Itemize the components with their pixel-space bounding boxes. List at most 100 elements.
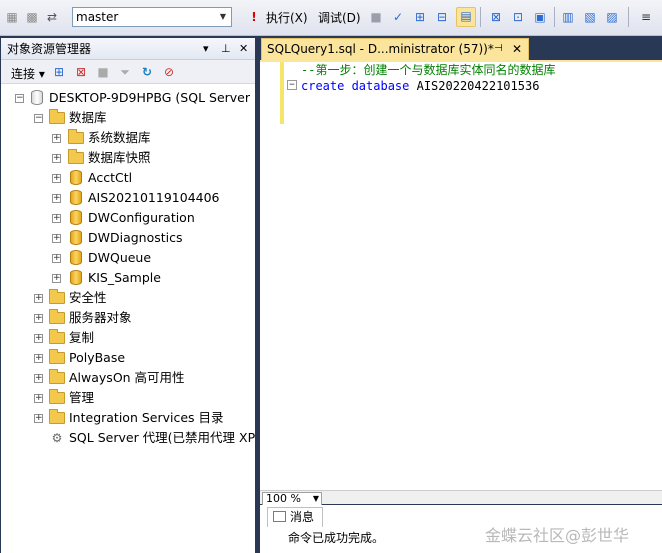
results-to-file-icon[interactable]: ▧ bbox=[582, 9, 598, 25]
expand-icon[interactable]: + bbox=[52, 254, 61, 263]
tree-node-label: SQL Server 代理(已禁用代理 XP) bbox=[69, 430, 261, 445]
tree-node-label: 管理 bbox=[69, 390, 95, 405]
tab-messages[interactable]: 消息 bbox=[267, 507, 323, 527]
expand-icon[interactable]: + bbox=[34, 374, 43, 383]
close-icon[interactable]: ✕ bbox=[512, 39, 522, 59]
editor-area: SQLQuery1.sql - D...ministrator (57))* ⊣… bbox=[260, 38, 662, 553]
results-to-text-icon[interactable]: ▥ bbox=[560, 9, 576, 25]
expand-icon[interactable]: + bbox=[52, 154, 61, 163]
chevron-down-icon: ▼ bbox=[312, 494, 319, 503]
tab-messages-label: 消息 bbox=[290, 510, 315, 524]
close-icon[interactable]: ✕ bbox=[239, 38, 248, 60]
execute-icon[interactable]: ! bbox=[246, 9, 262, 25]
collapse-icon[interactable]: − bbox=[287, 80, 297, 90]
activity-monitor-icon[interactable]: ⊘ bbox=[161, 64, 177, 80]
change-margin bbox=[280, 62, 284, 124]
comment-icon[interactable]: ▨ bbox=[604, 9, 620, 25]
expand-icon[interactable]: + bbox=[34, 334, 43, 343]
database-icon bbox=[70, 190, 82, 205]
tree-node-label: 数据库 bbox=[69, 110, 107, 125]
dropdown-icon[interactable]: ▾ bbox=[203, 38, 209, 60]
tab-title: SQLQuery1.sql - D...ministrator (57))* bbox=[267, 42, 494, 56]
connect-button[interactable]: 连接 ▾ bbox=[11, 65, 45, 82]
expand-icon[interactable]: + bbox=[52, 174, 61, 183]
change-connection-icon[interactable]: ▩ bbox=[24, 9, 40, 25]
connect-label: 连接 bbox=[11, 67, 36, 81]
message-icon bbox=[273, 511, 286, 522]
database-select-value: master bbox=[76, 10, 119, 24]
server-icon bbox=[31, 90, 43, 105]
filter-icon[interactable]: ⏷ bbox=[117, 64, 133, 80]
folder-icon bbox=[49, 369, 65, 384]
zoom-value: 100 % bbox=[266, 492, 301, 505]
display-plan-icon[interactable]: ⊞ bbox=[412, 9, 428, 25]
expand-icon[interactable]: + bbox=[34, 354, 43, 363]
zoom-select[interactable]: 100 % ▼ bbox=[262, 492, 322, 506]
collapse-icon[interactable]: − bbox=[34, 114, 43, 123]
tree-node-label: KIS_Sample bbox=[88, 270, 161, 285]
pin-icon[interactable]: ⊥ bbox=[221, 38, 231, 60]
folder-icon bbox=[49, 389, 65, 404]
expand-icon[interactable]: + bbox=[34, 394, 43, 403]
chevron-down-icon: ▼ bbox=[219, 12, 227, 21]
toolbar-separator bbox=[480, 7, 481, 27]
include-plan-icon[interactable]: ⊠ bbox=[488, 9, 504, 25]
expand-icon[interactable]: + bbox=[52, 274, 61, 283]
toolbar-separator bbox=[554, 7, 555, 27]
tree-node-label: 服务器对象 bbox=[69, 310, 132, 325]
tree-node-label: DWConfiguration bbox=[88, 210, 195, 225]
tree-node-label: AIS20210119104406 bbox=[88, 190, 220, 205]
expand-icon[interactable]: + bbox=[34, 294, 43, 303]
database-icon bbox=[70, 210, 82, 225]
object-explorer: 对象资源管理器 ▾ ⊥ ✕ 连接 ▾ ⊞ ⊠ ■ ⏷ ↻ ⊘ − DESKTOP… bbox=[1, 38, 270, 553]
stop-icon[interactable]: ■ bbox=[368, 9, 384, 25]
refresh-icon[interactable]: ↻ bbox=[139, 64, 155, 80]
expand-icon[interactable]: + bbox=[52, 194, 61, 203]
folder-icon bbox=[68, 149, 84, 164]
results-to-grid-icon[interactable]: ▤ bbox=[456, 7, 476, 27]
collapse-icon[interactable]: − bbox=[15, 94, 24, 103]
tree-node-label: AcctCtl bbox=[88, 170, 133, 185]
tree-node-server[interactable]: − DESKTOP-9D9HPBG (SQL Server 13 bbox=[1, 88, 270, 108]
expand-icon[interactable]: + bbox=[34, 314, 43, 323]
folder-icon bbox=[49, 309, 65, 324]
execute-button[interactable]: 执行(X) bbox=[266, 10, 308, 26]
agent-icon: ⚙ bbox=[51, 431, 63, 445]
folder-icon bbox=[68, 129, 84, 144]
live-stats-icon[interactable]: ⊡ bbox=[510, 9, 526, 25]
sql-identifier: AIS20220422101536 bbox=[416, 79, 540, 93]
grid-icon[interactable]: ▦ bbox=[4, 9, 20, 25]
client-stats-icon[interactable]: ▣ bbox=[532, 9, 548, 25]
object-explorer-toolbar: 连接 ▾ ⊞ ⊠ ■ ⏷ ↻ ⊘ bbox=[1, 60, 255, 84]
database-icon bbox=[70, 250, 82, 265]
code-line-statement: create database AIS20220422101536 bbox=[301, 78, 539, 94]
expand-icon[interactable]: + bbox=[52, 234, 61, 243]
query-options-icon[interactable]: ⊟ bbox=[434, 9, 450, 25]
tree-node-label: PolyBase bbox=[69, 350, 126, 365]
expand-icon[interactable]: + bbox=[52, 134, 61, 143]
result-message: 命令已成功完成。 bbox=[288, 531, 385, 545]
expand-icon[interactable]: + bbox=[52, 214, 61, 223]
zoom-bar: 100 % ▼ bbox=[260, 490, 662, 506]
connection-icon[interactable]: ⇄ bbox=[44, 9, 60, 25]
folder-icon bbox=[49, 109, 65, 124]
tree-node-label: Integration Services 目录 bbox=[69, 410, 224, 425]
query-editor[interactable]: --第一步：创建一个与数据库实体同名的数据库 − create database… bbox=[260, 62, 662, 490]
connect-server-icon[interactable]: ⊞ bbox=[51, 64, 67, 80]
tree-node-label: 数据库快照 bbox=[88, 150, 151, 165]
parse-check-icon[interactable]: ✓ bbox=[390, 9, 406, 25]
watermark: 金蝶云社区@彭世华 bbox=[485, 526, 630, 545]
indent-icon[interactable]: ≡ bbox=[638, 9, 654, 25]
tree-node-label: DESKTOP-9D9HPBG (SQL Server 13 bbox=[49, 90, 270, 105]
pin-icon[interactable]: ⊣ bbox=[494, 39, 503, 59]
toolbar-separator bbox=[628, 7, 629, 27]
database-select[interactable]: master ▼ bbox=[72, 7, 232, 27]
database-icon bbox=[70, 170, 82, 185]
object-explorer-title: 对象资源管理器 bbox=[7, 42, 92, 56]
expand-icon[interactable]: + bbox=[34, 414, 43, 423]
disconnect-icon[interactable]: ⊠ bbox=[73, 64, 89, 80]
tab-sqlquery1[interactable]: SQLQuery1.sql - D...ministrator (57))* ⊣… bbox=[261, 38, 529, 60]
tree-node-label: DWQueue bbox=[88, 250, 152, 265]
stop-icon[interactable]: ■ bbox=[95, 64, 111, 80]
debug-button[interactable]: 调试(D) bbox=[318, 10, 361, 26]
